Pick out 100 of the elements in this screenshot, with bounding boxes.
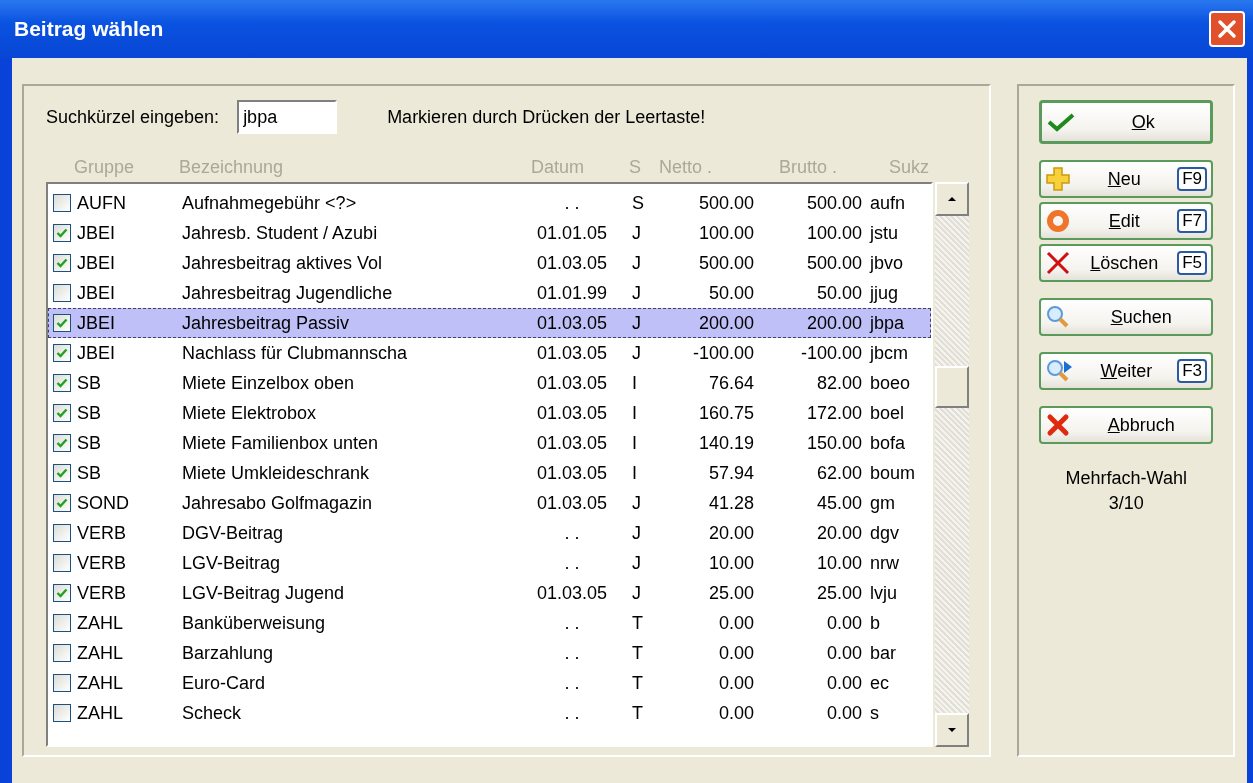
date-cell-text: . . xyxy=(563,672,581,694)
type-cell-text: J xyxy=(631,282,642,304)
list-row[interactable]: JBEI Jahresbeitrag aktives Vol 01.03.05 J 500.00 500.00 jbvo xyxy=(48,248,932,278)
action-button[interactable]: Neu F9 xyxy=(1039,160,1213,198)
description-cell-text: Jahresbeitrag aktives Vol xyxy=(182,252,384,274)
list-row[interactable]: ZAHL Banküberweisung . . T 0.00 0.00 b xyxy=(48,608,932,638)
group-cell-text: SB xyxy=(77,402,102,424)
checkbox[interactable] xyxy=(53,344,71,362)
description-cell-text: DGV-Beitrag xyxy=(182,522,285,544)
list-row[interactable]: SB Miete Familienbox unten 01.03.05 I 140.19 150.00 bofa xyxy=(48,428,932,458)
group-cell-text: JBEI xyxy=(77,342,116,364)
net-cell-text: 41.28 xyxy=(707,492,754,514)
group-cell-text: SB xyxy=(77,432,102,454)
checkbox[interactable] xyxy=(53,434,71,452)
shortcut-key: F5 xyxy=(1177,251,1207,275)
checkbox[interactable] xyxy=(53,614,71,632)
list-row[interactable]: JBEI Jahresbeitrag Jugendliche 01.01.99 J 50.00 50.00 jjug xyxy=(48,278,932,308)
description-cell-text: LGV-Beitrag Jugend xyxy=(182,582,346,604)
checkbox[interactable] xyxy=(53,404,71,422)
action-button[interactable]: Löschen F5 xyxy=(1039,244,1213,282)
shortcut-key: F9 xyxy=(1177,167,1207,191)
checkbox[interactable] xyxy=(53,194,71,212)
date-cell-text: 01.03.05 xyxy=(535,582,609,604)
action-button[interactable]: Weiter F3 xyxy=(1039,352,1213,390)
gross-cell-text: 0.00 xyxy=(825,642,862,664)
gross-cell-text: 100.00 xyxy=(805,222,862,244)
list-row[interactable]: VERB DGV-Beitrag . . J 20.00 20.00 dgv xyxy=(48,518,932,548)
list-row[interactable]: ZAHL Euro-Card . . T 0.00 0.00 ec xyxy=(48,668,932,698)
description-cell-text: Miete Familienbox unten xyxy=(182,432,380,454)
list-row[interactable]: JBEI Jahresb. Student / Azubi 01.01.05 J 100.00 100.00 jstu xyxy=(48,218,932,248)
description-cell-text: Nachlass für Clubmannscha xyxy=(182,342,409,364)
list-row[interactable]: SB Miete Umkleideschrank 01.03.05 I 57.94 62.00 boum xyxy=(48,458,932,488)
checkbox[interactable] xyxy=(53,284,71,302)
list-row[interactable]: SOND Jahresabo Golfmagazin 01.03.05 J 41.28 45.00 gm xyxy=(48,488,932,518)
net-cell-text: 500.00 xyxy=(697,252,754,274)
type-cell-text: T xyxy=(631,642,644,664)
checkbox[interactable] xyxy=(53,704,71,722)
close-icon xyxy=(1216,18,1238,40)
scroll-down-button[interactable] xyxy=(935,713,970,747)
code-cell-text: jbvo xyxy=(868,252,905,274)
search-label: Suchkürzel eingeben: xyxy=(46,106,220,128)
checkbox[interactable] xyxy=(53,644,71,662)
list-row[interactable]: ZAHL Scheck . . T 0.00 0.00 s xyxy=(48,698,932,728)
code-cell-text: boel xyxy=(869,402,906,424)
search-field[interactable]: jbpa xyxy=(237,100,338,134)
column-header: Gruppe xyxy=(74,156,136,178)
checkbox[interactable] xyxy=(53,584,71,602)
list-row[interactable]: VERB LGV-Beitrag . . J 10.00 10.00 nrw xyxy=(48,548,932,578)
scrollbar[interactable] xyxy=(935,182,970,747)
list-row[interactable]: AUFN Aufnahmegebühr <?> . . S 500.00 500.00 aufn xyxy=(48,188,932,218)
group-cell-text: SOND xyxy=(77,492,130,514)
action-button[interactable]: Ok xyxy=(1039,100,1213,144)
net-cell-text: 0.00 xyxy=(717,672,754,694)
list-row[interactable]: JBEI Nachlass für Clubmannscha 01.03.05 J -100.00 -100.00 jbcm xyxy=(48,338,932,368)
date-cell-text: 01.01.05 xyxy=(535,222,609,244)
code-cell-text: s xyxy=(869,702,880,724)
list-row[interactable]: VERB LGV-Beitrag Jugend 01.03.05 J 25.00 25.00 lvju xyxy=(48,578,932,608)
group-cell-text: JBEI xyxy=(77,282,116,304)
list-row[interactable]: ZAHL Barzahlung . . T 0.00 0.00 bar xyxy=(48,638,932,668)
code-cell-text: boeo xyxy=(869,372,912,394)
code-cell-text: lvju xyxy=(869,582,898,604)
list-row[interactable]: SB Miete Elektrobox 01.03.05 I 160.75 172.00 boel xyxy=(48,398,932,428)
checkbox[interactable] xyxy=(53,524,71,542)
checkbox[interactable] xyxy=(53,494,71,512)
action-button[interactable]: Suchen xyxy=(1039,298,1213,336)
check-icon xyxy=(1046,111,1077,133)
scroll-up-button[interactable] xyxy=(935,182,970,216)
column-header: Datum xyxy=(530,156,585,178)
net-cell-text: 57.94 xyxy=(707,462,754,484)
group-cell-text: VERB xyxy=(77,522,128,544)
action-button[interactable]: Edit F7 xyxy=(1039,202,1213,240)
list-row[interactable]: SB Miete Einzelbox oben 01.03.05 I 76.64 82.00 boeo xyxy=(48,368,932,398)
date-cell-text: . . xyxy=(563,702,581,724)
scroll-thumb[interactable] xyxy=(935,366,970,408)
checkbox[interactable] xyxy=(53,554,71,572)
code-cell-text: bar xyxy=(869,642,897,664)
description-cell-text: Aufnahmegebühr <?> xyxy=(182,192,358,214)
checkbox[interactable] xyxy=(53,254,71,272)
checkbox[interactable] xyxy=(53,374,71,392)
gross-cell-text: 62.00 xyxy=(815,462,862,484)
date-cell-text: . . xyxy=(563,192,581,214)
code-cell-text: dgv xyxy=(869,522,901,544)
gross-cell-text: 20.00 xyxy=(815,522,862,544)
close-button[interactable] xyxy=(1209,11,1245,47)
action-button[interactable]: Abbruch xyxy=(1039,406,1213,444)
date-cell-text: 01.03.05 xyxy=(535,312,609,334)
gross-cell-text: 25.00 xyxy=(815,582,862,604)
gross-cell-text: 0.00 xyxy=(825,672,862,694)
checkbox[interactable] xyxy=(53,224,71,242)
checkbox[interactable] xyxy=(53,314,71,332)
checkbox[interactable] xyxy=(53,674,71,692)
group-cell-text: ZAHL xyxy=(77,612,124,634)
list-row[interactable]: JBEI Jahresbeitrag Passiv 01.03.05 J 200.00 200.00 jbpa xyxy=(48,308,932,338)
code-cell-text: nrw xyxy=(869,552,900,574)
column-header: Sukz xyxy=(888,156,931,178)
type-cell-text: I xyxy=(631,432,638,454)
ring-icon xyxy=(1045,208,1072,234)
gross-cell-text: 45.00 xyxy=(815,492,862,514)
checkbox[interactable] xyxy=(53,464,71,482)
group-cell-text: SB xyxy=(77,462,102,484)
